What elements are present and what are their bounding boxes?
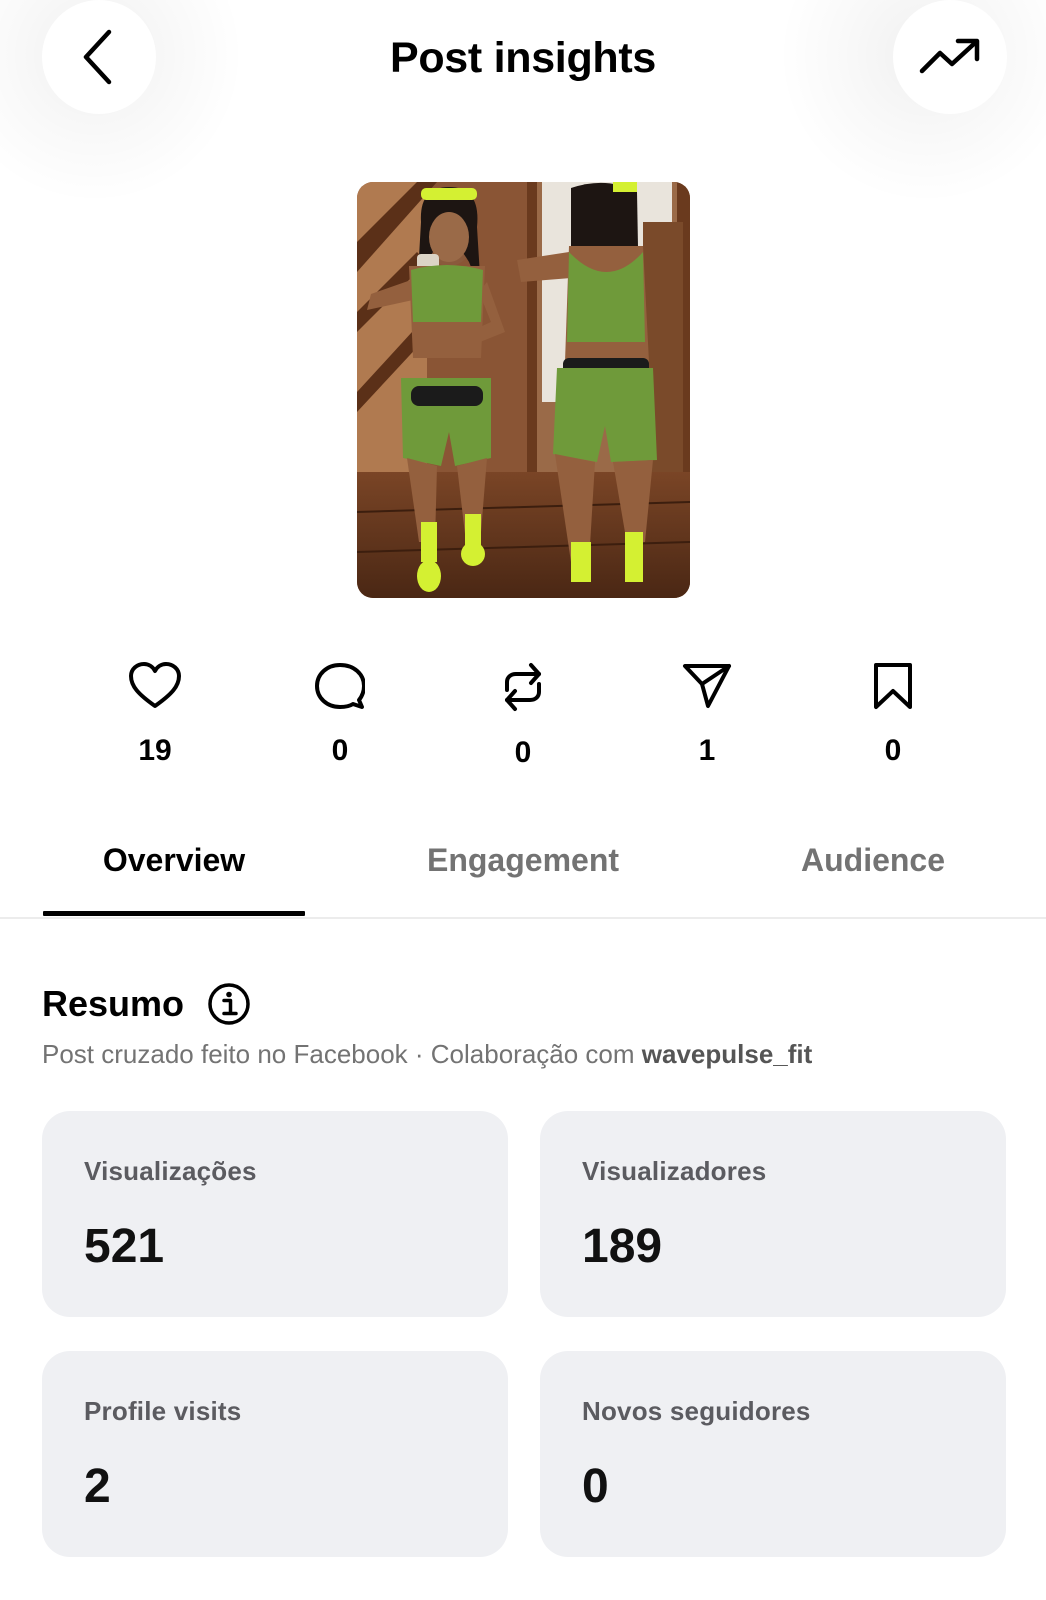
shares-count: 1 — [698, 734, 716, 767]
tab-divider — [0, 917, 1046, 919]
subtitle-text: Post cruzado feito no Facebook · Colabor… — [42, 1039, 642, 1069]
comment-icon — [315, 662, 366, 715]
info-icon[interactable] — [207, 982, 251, 1026]
metric-value: 189 — [582, 1220, 663, 1273]
comments-count: 0 — [331, 734, 349, 767]
summary-subtitle: Post cruzado feito no Facebook · Colabor… — [42, 1038, 812, 1070]
metric-card-views: Visualizações 521 — [42, 1111, 508, 1317]
reposts-stat: 0 — [463, 662, 583, 771]
heart-icon — [128, 662, 182, 715]
likes-stat: 19 — [95, 662, 215, 769]
likes-count: 19 — [138, 734, 172, 767]
comments-stat: 0 — [280, 662, 400, 769]
collab-handle-link[interactable]: wavepulse_fit — [642, 1039, 813, 1069]
metric-label: Visualizadores — [582, 1156, 767, 1186]
post-thumbnail[interactable] — [357, 182, 690, 598]
shares-stat: 1 — [647, 662, 767, 769]
section-title: Resumo — [42, 983, 185, 1024]
metric-value: 521 — [84, 1220, 165, 1273]
metric-value: 2 — [84, 1460, 111, 1513]
trend-button[interactable] — [893, 0, 1007, 114]
page-title: Post insights — [389, 34, 657, 82]
bookmark-icon — [872, 662, 914, 715]
metric-label: Novos seguidores — [582, 1396, 811, 1426]
saves-count: 0 — [884, 734, 902, 767]
saves-stat: 0 — [833, 662, 953, 769]
metric-card-new-followers: Novos seguidores 0 — [540, 1351, 1006, 1557]
reposts-count: 0 — [514, 736, 532, 769]
tab-overview[interactable]: Overview — [24, 840, 324, 880]
metric-card-profile-visits: Profile visits 2 — [42, 1351, 508, 1557]
post-image — [357, 182, 690, 598]
metric-value: 0 — [582, 1460, 609, 1513]
share-icon — [682, 662, 732, 715]
metric-label: Profile visits — [84, 1396, 242, 1426]
tab-audience[interactable]: Audience — [723, 840, 1023, 880]
trending-up-icon — [918, 37, 982, 77]
repost-icon — [501, 662, 545, 717]
active-tab-indicator — [43, 911, 305, 916]
metric-card-viewers: Visualizadores 189 — [540, 1111, 1006, 1317]
metric-label: Visualizações — [84, 1156, 257, 1186]
tab-engagement[interactable]: Engagement — [373, 840, 673, 880]
